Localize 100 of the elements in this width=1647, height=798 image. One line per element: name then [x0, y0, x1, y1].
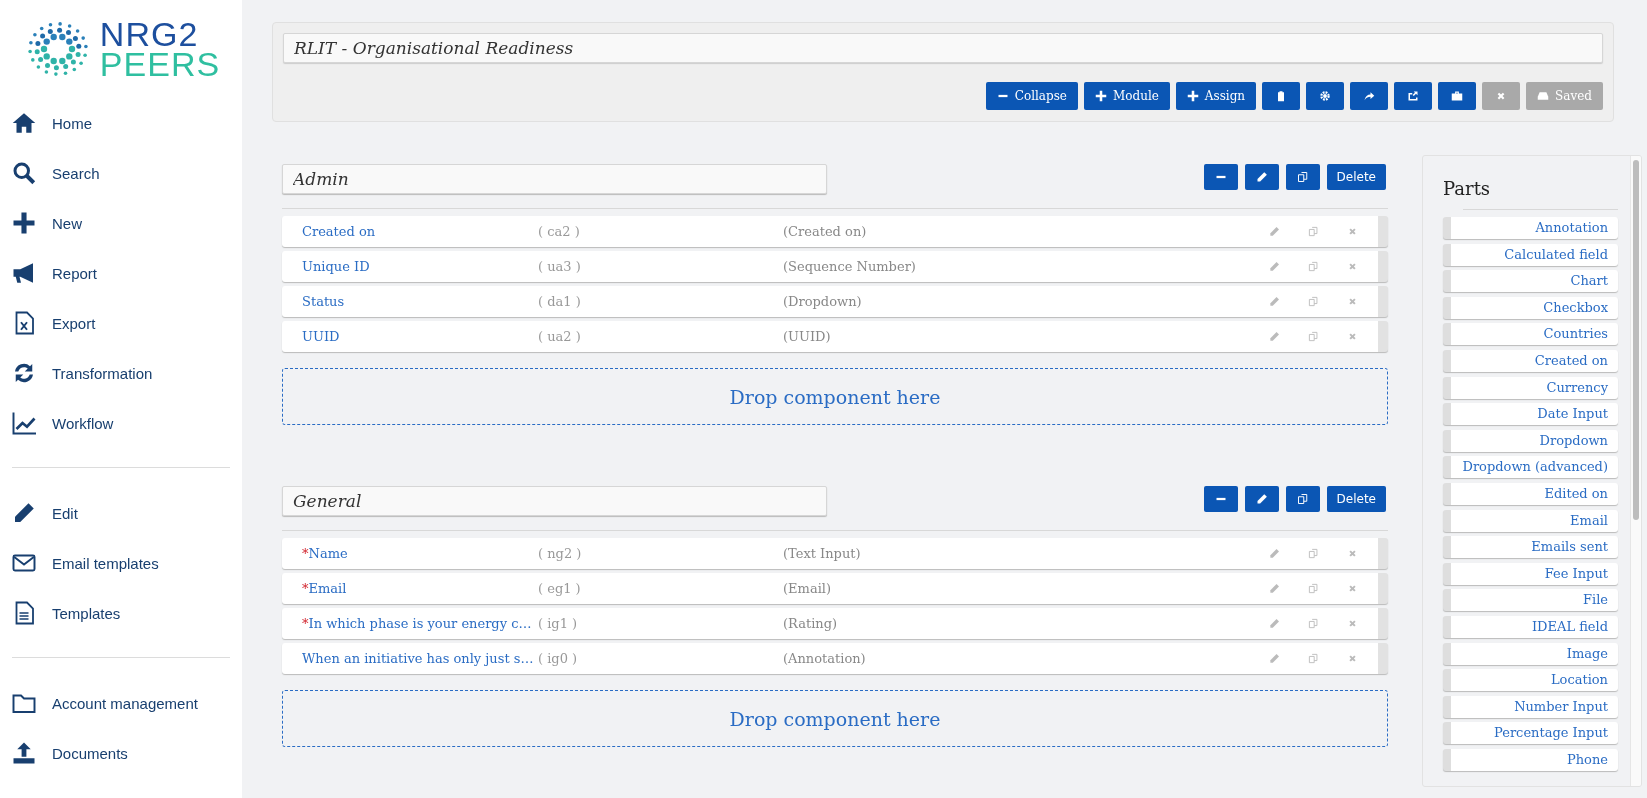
copy-icon[interactable] — [1308, 618, 1319, 629]
close-icon[interactable] — [1347, 296, 1358, 307]
part-item[interactable]: Annotation — [1443, 217, 1618, 239]
icon-button[interactable] — [1285, 486, 1320, 512]
part-item[interactable]: Email — [1443, 509, 1618, 532]
copy-icon[interactable] — [1308, 226, 1319, 237]
pencil-icon[interactable] — [1269, 653, 1280, 664]
close-icon[interactable] — [1347, 653, 1358, 664]
nav-link[interactable]: New — [0, 198, 242, 248]
nav-link[interactable]: Transformation — [0, 348, 242, 398]
part-item[interactable]: Currency — [1443, 376, 1618, 399]
title-field[interactable]: RLIT - Organisational Readiness — [283, 33, 1603, 63]
field-code: ( ig1 ) — [538, 616, 579, 631]
copy-icon[interactable] — [1308, 548, 1319, 559]
export-icon — [1407, 90, 1420, 102]
home-icon — [12, 111, 36, 135]
icon-button[interactable] — [1438, 82, 1477, 110]
toolbar-button[interactable]: Module — [1083, 82, 1170, 110]
plus-icon — [1186, 90, 1199, 102]
close-icon[interactable] — [1347, 261, 1358, 272]
field-type: (UUID) — [783, 329, 832, 344]
nav-link[interactable]: Documents — [0, 728, 242, 778]
close-icon[interactable] — [1347, 331, 1358, 342]
pencil-icon[interactable] — [1269, 618, 1280, 629]
delete-button[interactable]: Delete — [1326, 486, 1386, 512]
field-name: Unique ID — [301, 259, 371, 274]
part-item[interactable]: Date Input — [1443, 403, 1618, 426]
component-row[interactable]: Status ( da1 ) (Dropdown) — [282, 286, 1388, 317]
nav-link[interactable]: Account management — [0, 678, 242, 728]
icon-button[interactable] — [1262, 82, 1301, 110]
nav-link[interactable]: Search — [0, 148, 242, 198]
nav-link[interactable]: Report — [0, 248, 242, 298]
icon-button[interactable] — [1203, 486, 1238, 512]
icon-button[interactable] — [1394, 82, 1433, 110]
close-icon[interactable] — [1347, 226, 1358, 237]
part-item[interactable]: Edited on — [1443, 482, 1618, 505]
part-item[interactable]: Emails sent — [1443, 536, 1618, 559]
copy-icon[interactable] — [1308, 653, 1319, 664]
nav-link[interactable]: Export — [0, 298, 242, 348]
part-item[interactable]: Fee Input — [1443, 562, 1618, 585]
nav-link[interactable]: Edit — [0, 488, 242, 538]
icon-button[interactable] — [1350, 82, 1389, 110]
field-name: *In which phase is your energy c… — [301, 616, 533, 631]
nav-link[interactable]: Workflow — [0, 398, 242, 448]
icon-button[interactable] — [1306, 82, 1345, 110]
field-type: (Dropdown) — [783, 294, 863, 309]
delete-button[interactable]: Delete — [1326, 164, 1386, 190]
pencil-icon[interactable] — [1269, 583, 1280, 594]
part-item[interactable]: Calculated field — [1443, 243, 1618, 266]
part-item[interactable]: Chart — [1443, 270, 1618, 293]
nav-link[interactable]: Email templates — [0, 538, 242, 588]
icon-button[interactable] — [1285, 164, 1320, 190]
part-item[interactable]: Dropdown (advanced) — [1443, 456, 1618, 479]
copy-icon[interactable] — [1308, 331, 1319, 342]
pencil-icon[interactable] — [1269, 548, 1280, 559]
part-item[interactable]: Percentage Input — [1443, 722, 1618, 745]
icon-button[interactable] — [1244, 164, 1279, 190]
icon-button[interactable] — [1203, 164, 1238, 190]
part-item[interactable]: Phone — [1443, 748, 1618, 771]
copy-icon[interactable] — [1308, 261, 1319, 272]
part-item[interactable]: Created on — [1443, 349, 1618, 372]
part-item[interactable]: IDEAL field — [1443, 615, 1618, 638]
scrollbar[interactable] — [1630, 156, 1641, 786]
module-title-field[interactable]: General — [282, 486, 827, 516]
icon-button[interactable] — [1244, 486, 1279, 512]
part-item[interactable]: Number Input — [1443, 695, 1618, 718]
component-row[interactable]: *Email ( eg1 ) (Email) — [282, 573, 1388, 604]
close-icon[interactable] — [1347, 618, 1358, 629]
toolbar-button[interactable]: Collapse — [985, 82, 1078, 110]
part-item[interactable]: File — [1443, 589, 1618, 612]
field-code: ( ng2 ) — [538, 546, 583, 561]
part-item[interactable]: Dropdown — [1443, 429, 1618, 452]
nav-link[interactable]: Templates — [0, 588, 242, 638]
part-item[interactable]: Countries — [1443, 323, 1618, 346]
part-item[interactable]: Image — [1443, 642, 1618, 665]
pencil-icon — [1255, 493, 1268, 505]
component-row[interactable]: *In which phase is your energy c… ( ig1 ) (Rating) — [282, 608, 1388, 639]
component-row[interactable]: *Name ( ng2 ) (Text Input) — [282, 538, 1388, 569]
pencil-icon[interactable] — [1269, 331, 1280, 342]
nav-link[interactable]: Home — [0, 98, 242, 148]
part-item[interactable]: Checkbox — [1443, 296, 1618, 319]
pencil-icon[interactable] — [1269, 261, 1280, 272]
pencil-icon[interactable] — [1269, 226, 1280, 237]
component-row[interactable]: Unique ID ( ua3 ) (Sequence Number) — [282, 251, 1388, 282]
refresh-icon — [12, 361, 36, 385]
field-code: ( ig0 ) — [538, 651, 579, 666]
close-icon[interactable] — [1347, 583, 1358, 594]
component-row[interactable]: When an initiative has only just s… ( ig0 ) (Annotation) — [282, 643, 1388, 674]
drop-zone[interactable]: Drop component here — [282, 368, 1388, 425]
component-row[interactable]: UUID ( ua2 ) (UUID) — [282, 321, 1388, 352]
copy-icon[interactable] — [1308, 583, 1319, 594]
drop-zone[interactable]: Drop component here — [282, 690, 1388, 747]
toolbar-button[interactable]: Assign — [1175, 82, 1257, 110]
close-icon[interactable] — [1347, 548, 1358, 559]
part-item[interactable]: Location — [1443, 669, 1618, 692]
copy-icon[interactable] — [1308, 296, 1319, 307]
share-arrow-icon — [1363, 90, 1376, 102]
pencil-icon[interactable] — [1269, 296, 1280, 307]
field-name: When an initiative has only just s… — [301, 651, 535, 666]
component-row[interactable]: Created on ( ca2 ) (Created on) — [282, 216, 1388, 247]
